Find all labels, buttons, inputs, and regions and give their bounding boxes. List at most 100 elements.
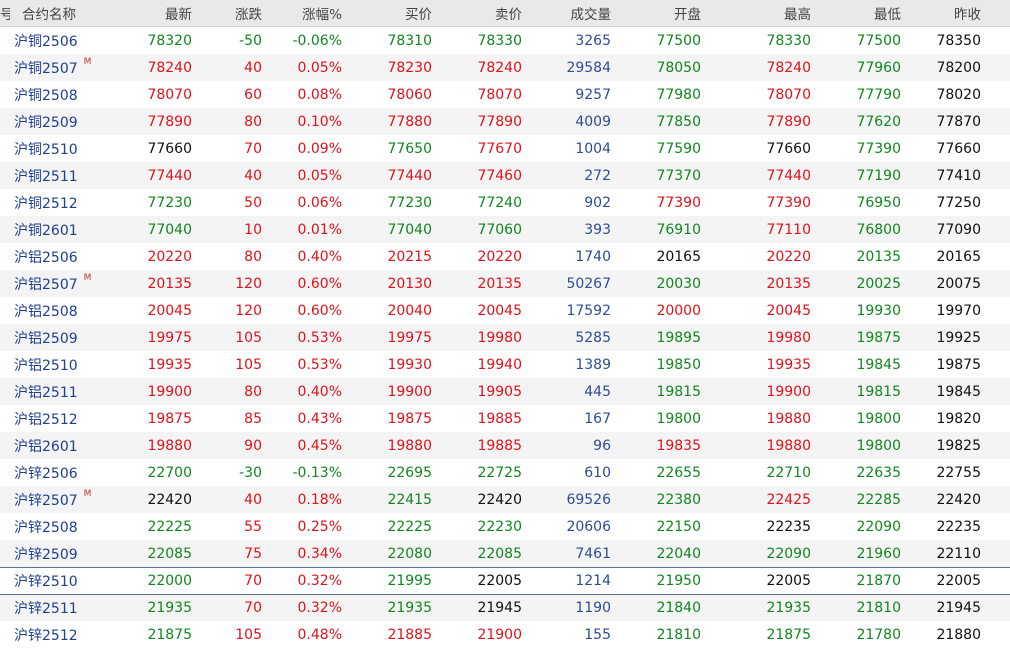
cell-bid-price: 22415 bbox=[387, 491, 432, 508]
cell-last-price: 22085 bbox=[147, 545, 192, 562]
cell-volume: 96 bbox=[593, 437, 611, 454]
cell-low-price: 22285 bbox=[856, 491, 901, 508]
cell-ask-price: 22085 bbox=[477, 545, 522, 562]
quote-table: 号 合约名称 最新 涨跌 涨幅% 买价 卖价 成交量 开盘 最高 最低 昨收 沪… bbox=[0, 0, 1010, 648]
col-header-low[interactable]: 最低 bbox=[811, 0, 901, 26]
col-header-prev-close[interactable]: 昨收 bbox=[901, 0, 981, 26]
contract-name-text: 沪铝2601 bbox=[14, 438, 78, 455]
table-row[interactable]: 沪铝2512 19875 85 0.43% 19875 19885 167 19800 1988… bbox=[0, 405, 1010, 432]
table-row[interactable]: 沪铜2510 77660 70 0.09% 77650 77670 1004 77590 776… bbox=[0, 135, 1010, 162]
cell-change: 55 bbox=[244, 518, 262, 535]
table-row[interactable]: 沪锌2507 M 22420 40 0.18% 22415 22420 69526 22380 2… bbox=[0, 486, 1010, 513]
table-row[interactable]: 沪铝2601 19880 90 0.45% 19880 19885 96 19835 19880… bbox=[0, 432, 1010, 459]
cell-change-pct: 0.53% bbox=[297, 329, 342, 346]
cell-change: 105 bbox=[235, 356, 262, 373]
cell-bid-price: 22225 bbox=[387, 518, 432, 535]
col-header-high[interactable]: 最高 bbox=[701, 0, 811, 26]
cell-prev-close: 22755 bbox=[936, 464, 981, 481]
cell-volume: 50267 bbox=[566, 275, 611, 292]
cell-prev-close: 22110 bbox=[936, 545, 981, 562]
contract-name-text: 沪铝2511 bbox=[14, 384, 78, 401]
table-row[interactable]: 沪锌2508 22225 55 0.25% 22225 22230 20606 22150 22… bbox=[0, 513, 1010, 540]
contract-name-text: 沪铜2507 bbox=[14, 60, 78, 77]
col-header-last[interactable]: 最新 bbox=[110, 0, 192, 26]
table-row[interactable]: 沪锌2509 22085 75 0.34% 22080 22085 7461 22040 220… bbox=[0, 540, 1010, 567]
cell-volume: 1004 bbox=[575, 140, 611, 157]
main-contract-badge: M bbox=[83, 272, 92, 283]
row-marker-icon bbox=[0, 243, 10, 270]
cell-low-price: 20135 bbox=[856, 248, 901, 265]
cell-open-price: 21840 bbox=[656, 600, 701, 616]
cell-change: 90 bbox=[244, 437, 262, 454]
table-row[interactable]: 沪铝2509 19975 105 0.53% 19975 19980 5285 19895 19… bbox=[0, 324, 1010, 351]
col-header-ask[interactable]: 卖价 bbox=[432, 0, 522, 26]
cell-low-price: 77500 bbox=[856, 32, 901, 49]
cell-last-price: 77440 bbox=[147, 167, 192, 184]
table-row[interactable]: 沪铝2510 19935 105 0.53% 19930 19940 1389 19850 19… bbox=[0, 351, 1010, 378]
cell-prev-close: 19875 bbox=[936, 356, 981, 373]
cell-low-price: 76800 bbox=[856, 221, 901, 238]
row-marker-icon bbox=[0, 81, 10, 108]
cell-bid-price: 20215 bbox=[387, 248, 432, 265]
row-marker-icon bbox=[0, 351, 10, 378]
cell-prev-close: 77660 bbox=[936, 140, 981, 157]
contract-name-text: 沪铝2512 bbox=[14, 411, 78, 428]
cell-bid-price: 78060 bbox=[387, 86, 432, 103]
cell-volume: 393 bbox=[584, 221, 611, 238]
table-row[interactable]: 沪铝2511 19900 80 0.40% 19900 19905 445 19815 1990… bbox=[0, 378, 1010, 405]
table-row[interactable]: 沪锌2506 22700 -30 -0.13% 22695 22725 610 22655 22… bbox=[0, 459, 1010, 486]
cell-open-price: 22040 bbox=[656, 545, 701, 562]
row-marker-icon bbox=[0, 378, 10, 405]
cell-bid-price: 21935 bbox=[387, 600, 432, 616]
col-header-volume[interactable]: 成交量 bbox=[522, 0, 612, 26]
col-header-change[interactable]: 涨跌 bbox=[192, 0, 262, 26]
cell-open-price: 77500 bbox=[656, 32, 701, 49]
cell-volume: 7461 bbox=[575, 545, 611, 562]
cell-last-price: 78240 bbox=[147, 59, 192, 76]
cell-low-price: 77190 bbox=[856, 167, 901, 184]
cell-ask-price: 22230 bbox=[477, 518, 522, 535]
table-row[interactable]: 沪铜2507 M 78240 40 0.05% 78230 78240 29584 78050 7… bbox=[0, 54, 1010, 81]
cell-change: 120 bbox=[235, 302, 262, 319]
table-row[interactable]: 沪铜2508 78070 60 0.08% 78060 78070 9257 77980 780… bbox=[0, 81, 1010, 108]
cell-change: 70 bbox=[244, 573, 262, 589]
col-header-change-pct[interactable]: 涨幅% bbox=[262, 0, 342, 26]
col-header-index[interactable]: 号 bbox=[0, 0, 10, 26]
cell-bid-price: 19900 bbox=[387, 383, 432, 400]
table-row[interactable]: 沪铜2506 78320 -50 -0.06% 78310 78330 3265 77500 7… bbox=[0, 27, 1010, 54]
contract-name-text: 沪铜2509 bbox=[14, 114, 78, 131]
cell-change-pct: 0.18% bbox=[297, 491, 342, 508]
cell-change-pct: 0.08% bbox=[297, 86, 342, 103]
cell-change: 50 bbox=[244, 194, 262, 211]
cell-bid-price: 19930 bbox=[387, 356, 432, 373]
cell-last-price: 77230 bbox=[147, 194, 192, 211]
table-row[interactable]: 沪铝2508 20045 120 0.60% 20040 20045 17592 20000 2… bbox=[0, 297, 1010, 324]
cell-ask-price: 19885 bbox=[477, 437, 522, 454]
col-header-bid[interactable]: 买价 bbox=[342, 0, 432, 26]
cell-high-price: 22005 bbox=[766, 573, 811, 589]
cell-ask-price: 21945 bbox=[477, 600, 522, 616]
table-row[interactable]: 沪铜2511 77440 40 0.05% 77440 77460 272 77370 7744… bbox=[0, 162, 1010, 189]
contract-name-text: 沪锌2508 bbox=[14, 519, 78, 536]
table-row[interactable]: 沪铜2512 77230 50 0.06% 77230 77240 902 77390 7739… bbox=[0, 189, 1010, 216]
table-row[interactable]: 沪锌2512 21875 105 0.48% 21885 21900 155 21810 218… bbox=[0, 621, 1010, 648]
cell-last-price: 19935 bbox=[147, 356, 192, 373]
cell-high-price: 22710 bbox=[766, 464, 811, 481]
col-header-open[interactable]: 开盘 bbox=[611, 0, 701, 26]
table-row[interactable]: 沪铜2601 77040 10 0.01% 77040 77060 393 76910 7711… bbox=[0, 216, 1010, 243]
cell-bid-price: 22080 bbox=[387, 545, 432, 562]
cell-ask-price: 78240 bbox=[477, 59, 522, 76]
cell-open-price: 21810 bbox=[656, 626, 701, 643]
cell-open-price: 76910 bbox=[656, 221, 701, 238]
cell-low-price: 77790 bbox=[856, 86, 901, 103]
table-row[interactable]: 沪铝2507 M 20135 120 0.60% 20130 20135 50267 20030… bbox=[0, 270, 1010, 297]
cell-high-price: 21935 bbox=[766, 600, 811, 616]
main-contract-badge: M bbox=[83, 488, 92, 499]
cell-ask-price: 19940 bbox=[477, 356, 522, 373]
table-row[interactable]: 沪锌2510 22000 70 0.32% 21995 22005 1214 21950 220… bbox=[0, 567, 1010, 594]
table-body: 沪铜2506 78320 -50 -0.06% 78310 78330 3265 77500 7… bbox=[0, 27, 1010, 648]
table-row[interactable]: 沪铜2509 77890 80 0.10% 77880 77890 4009 77850 778… bbox=[0, 108, 1010, 135]
cell-ask-price: 78070 bbox=[477, 86, 522, 103]
table-row[interactable]: 沪锌2511 21935 70 0.32% 21935 21945 1190 21840 219… bbox=[0, 594, 1010, 621]
table-row[interactable]: 沪铝2506 20220 80 0.40% 20215 20220 1740 20165 202… bbox=[0, 243, 1010, 270]
